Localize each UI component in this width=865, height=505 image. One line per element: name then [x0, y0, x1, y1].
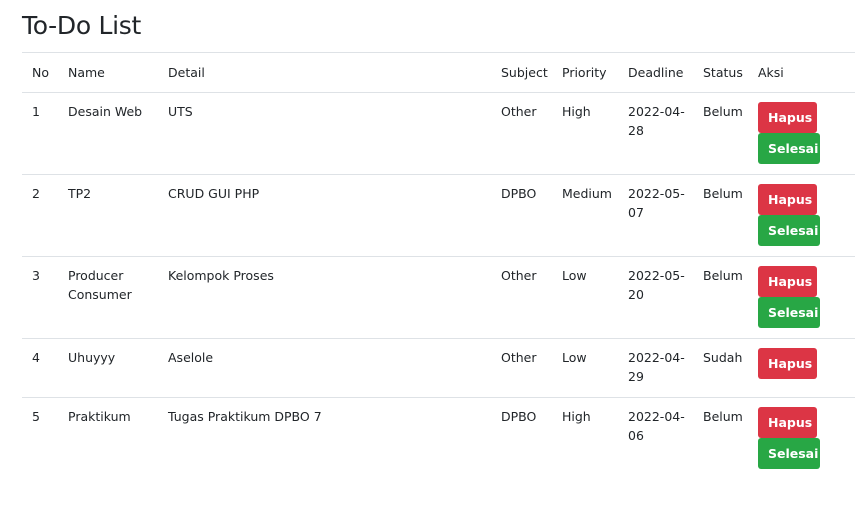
cell-deadline: 2022-04-29 [618, 338, 693, 398]
cell-priority: Low [552, 256, 618, 339]
cell-name: Uhuyyy [58, 338, 158, 398]
header-status: Status [693, 52, 748, 93]
cell-name: Producer Consumer [58, 256, 158, 339]
cell-deadline: 2022-05-07 [618, 174, 693, 257]
header-aksi: Aksi [748, 52, 855, 93]
cell-detail: Kelompok Proses [158, 256, 491, 339]
cell-priority: Medium [552, 174, 618, 257]
cell-deadline: 2022-05-20 [618, 256, 693, 339]
cell-detail: Tugas Praktikum DPBO 7 [168, 409, 322, 424]
header-priority: Priority [552, 52, 618, 93]
cell-aksi: Hapus Selesai [748, 398, 855, 480]
cell-no: 4 [22, 338, 58, 398]
table-row: 1 Desain Web UTS Other High 2022-04-28 B… [22, 92, 855, 175]
cell-aksi: Hapus Selesai [748, 256, 855, 339]
cell-subject: DPBO [501, 409, 537, 424]
cell-aksi: Hapus Selesai [748, 174, 855, 257]
header-deadline: Deadline [618, 52, 693, 93]
cell-deadline: 2022-04-28 [618, 92, 693, 175]
cell-aksi: Hapus [748, 338, 855, 398]
hapus-button[interactable]: Hapus [758, 184, 817, 215]
hapus-button[interactable]: Hapus [758, 102, 817, 133]
cell-status: Belum [693, 92, 748, 175]
table-row: 5 Praktikum Tugas Praktikum DPBO 7 DPBO … [22, 398, 855, 480]
cell-subject: Other [491, 92, 552, 175]
header-detail: Detail [158, 52, 491, 93]
table-row: 3 Producer Consumer Kelompok Proses Othe… [22, 256, 855, 339]
cell-deadline: 2022-04-06 [628, 409, 685, 443]
todo-table: No Name Detail Subject Priority Deadline… [22, 52, 855, 479]
cell-status: Belum [703, 409, 743, 424]
cell-aksi: Hapus Selesai [748, 92, 855, 175]
header-subject: Subject [491, 52, 552, 93]
table-header-row: No Name Detail Subject Priority Deadline… [22, 52, 855, 93]
cell-name: Praktikum [68, 409, 131, 424]
cell-status: Belum [693, 174, 748, 257]
cell-detail: Aselole [158, 338, 491, 398]
cell-priority: High [562, 409, 591, 424]
table-row: 4 Uhuyyy Aselole Other Low 2022-04-29 Su… [22, 338, 855, 398]
cell-name: Desain Web [58, 92, 158, 175]
selesai-button[interactable]: Selesai [758, 215, 820, 246]
header-no: No [22, 52, 58, 93]
cell-no: 3 [22, 256, 58, 339]
selesai-button[interactable]: Selesai [758, 297, 820, 328]
cell-no: 5 [32, 409, 40, 424]
selesai-button[interactable]: Selesai [758, 438, 820, 469]
cell-subject: Other [491, 338, 552, 398]
cell-status: Sudah [693, 338, 748, 398]
cell-detail: CRUD GUI PHP [158, 174, 491, 257]
hapus-button[interactable]: Hapus [758, 407, 817, 438]
cell-detail: UTS [158, 92, 491, 175]
cell-no: 2 [22, 174, 58, 257]
page-title: To-Do List [22, 11, 141, 40]
cell-status: Belum [693, 256, 748, 339]
hapus-button[interactable]: Hapus [758, 348, 817, 379]
table-row: 2 TP2 CRUD GUI PHP DPBO Medium 2022-05-0… [22, 174, 855, 257]
cell-name: TP2 [58, 174, 158, 257]
cell-priority: High [552, 92, 618, 175]
selesai-button[interactable]: Selesai [758, 133, 820, 164]
cell-subject: Other [491, 256, 552, 339]
cell-no: 1 [22, 92, 58, 175]
header-name: Name [58, 52, 158, 93]
cell-priority: Low [552, 338, 618, 398]
cell-subject: DPBO [491, 174, 552, 257]
hapus-button[interactable]: Hapus [758, 266, 817, 297]
